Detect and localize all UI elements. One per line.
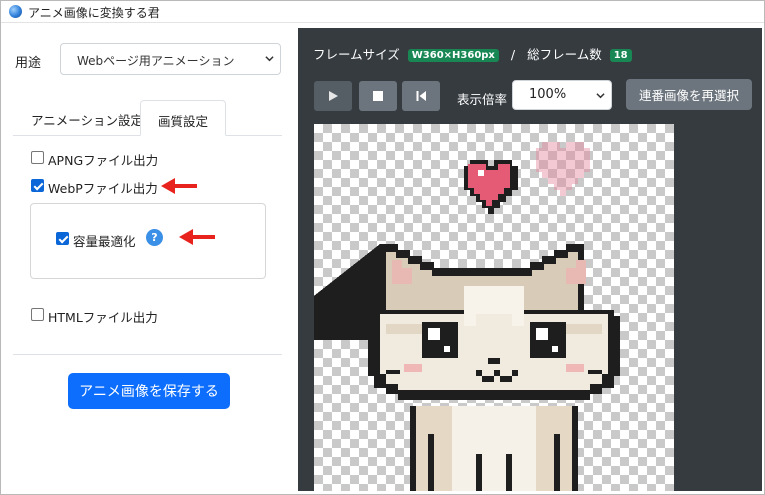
total-frames-badge: 18 bbox=[609, 49, 632, 62]
html-label: HTMLファイル出力 bbox=[48, 310, 158, 325]
info-separator: / bbox=[510, 47, 516, 62]
faded-heart-icon bbox=[536, 142, 590, 196]
title-bar: アニメ画像に変換する君 bbox=[1, 1, 764, 23]
settings-panel: 用途 Webページ用アニメーション アニメーション設定 画質設定 APNGファイ… bbox=[1, 23, 297, 494]
apng-checkbox[interactable] bbox=[31, 151, 44, 164]
chevron-down-icon bbox=[596, 93, 605, 99]
pixel-cat-image bbox=[314, 142, 620, 491]
usage-label: 用途 bbox=[15, 56, 42, 71]
webp-checkbox[interactable] bbox=[31, 179, 44, 192]
zoom-select[interactable]: 100% bbox=[512, 80, 612, 110]
frame-size-badge: W360×H360px bbox=[407, 49, 499, 62]
first-frame-button[interactable] bbox=[402, 81, 440, 111]
skip-back-icon bbox=[416, 91, 426, 101]
reselect-images-button[interactable]: 連番画像を再選択 bbox=[626, 79, 752, 110]
app-globe-icon bbox=[9, 5, 22, 18]
heart-icon bbox=[464, 160, 518, 214]
usage-select-value: Webページ用アニメーション bbox=[77, 54, 235, 68]
play-button[interactable] bbox=[314, 81, 352, 111]
tab-quality-settings[interactable]: 画質設定 bbox=[140, 100, 226, 136]
section-divider bbox=[13, 354, 282, 355]
optimize-label: 容量最適化 bbox=[73, 234, 136, 249]
usage-select[interactable]: Webページ用アニメーション bbox=[60, 43, 281, 75]
optimize-checkbox[interactable] bbox=[56, 232, 69, 245]
html-checkbox[interactable] bbox=[31, 308, 44, 321]
preview-canvas bbox=[314, 124, 674, 491]
red-arrow-icon bbox=[161, 178, 197, 194]
window-title: アニメ画像に変換する君 bbox=[28, 6, 160, 20]
frame-size-label: フレームサイズ bbox=[313, 47, 400, 62]
preview-panel: フレームサイズ W360×H360px / 総フレーム数 18 表示倍率 100… bbox=[298, 28, 762, 491]
webp-label: WebPファイル出力 bbox=[48, 181, 158, 196]
tab-animation-settings[interactable]: アニメーション設定 bbox=[31, 100, 143, 136]
red-arrow-icon bbox=[179, 229, 215, 245]
play-icon bbox=[329, 91, 338, 101]
cat-body bbox=[314, 244, 620, 491]
stop-icon bbox=[373, 91, 383, 101]
stop-button[interactable] bbox=[359, 81, 397, 111]
apng-label: APNGファイル出力 bbox=[48, 153, 159, 168]
chevron-down-icon bbox=[265, 56, 274, 62]
save-animation-button[interactable]: アニメ画像を保存する bbox=[68, 373, 230, 409]
help-icon[interactable]: ? bbox=[146, 229, 163, 246]
total-frames-label: 総フレーム数 bbox=[527, 47, 602, 62]
frame-info: フレームサイズ W360×H360px / 総フレーム数 18 bbox=[313, 44, 632, 63]
zoom-label: 表示倍率 bbox=[457, 92, 508, 107]
zoom-value: 100% bbox=[529, 87, 567, 102]
